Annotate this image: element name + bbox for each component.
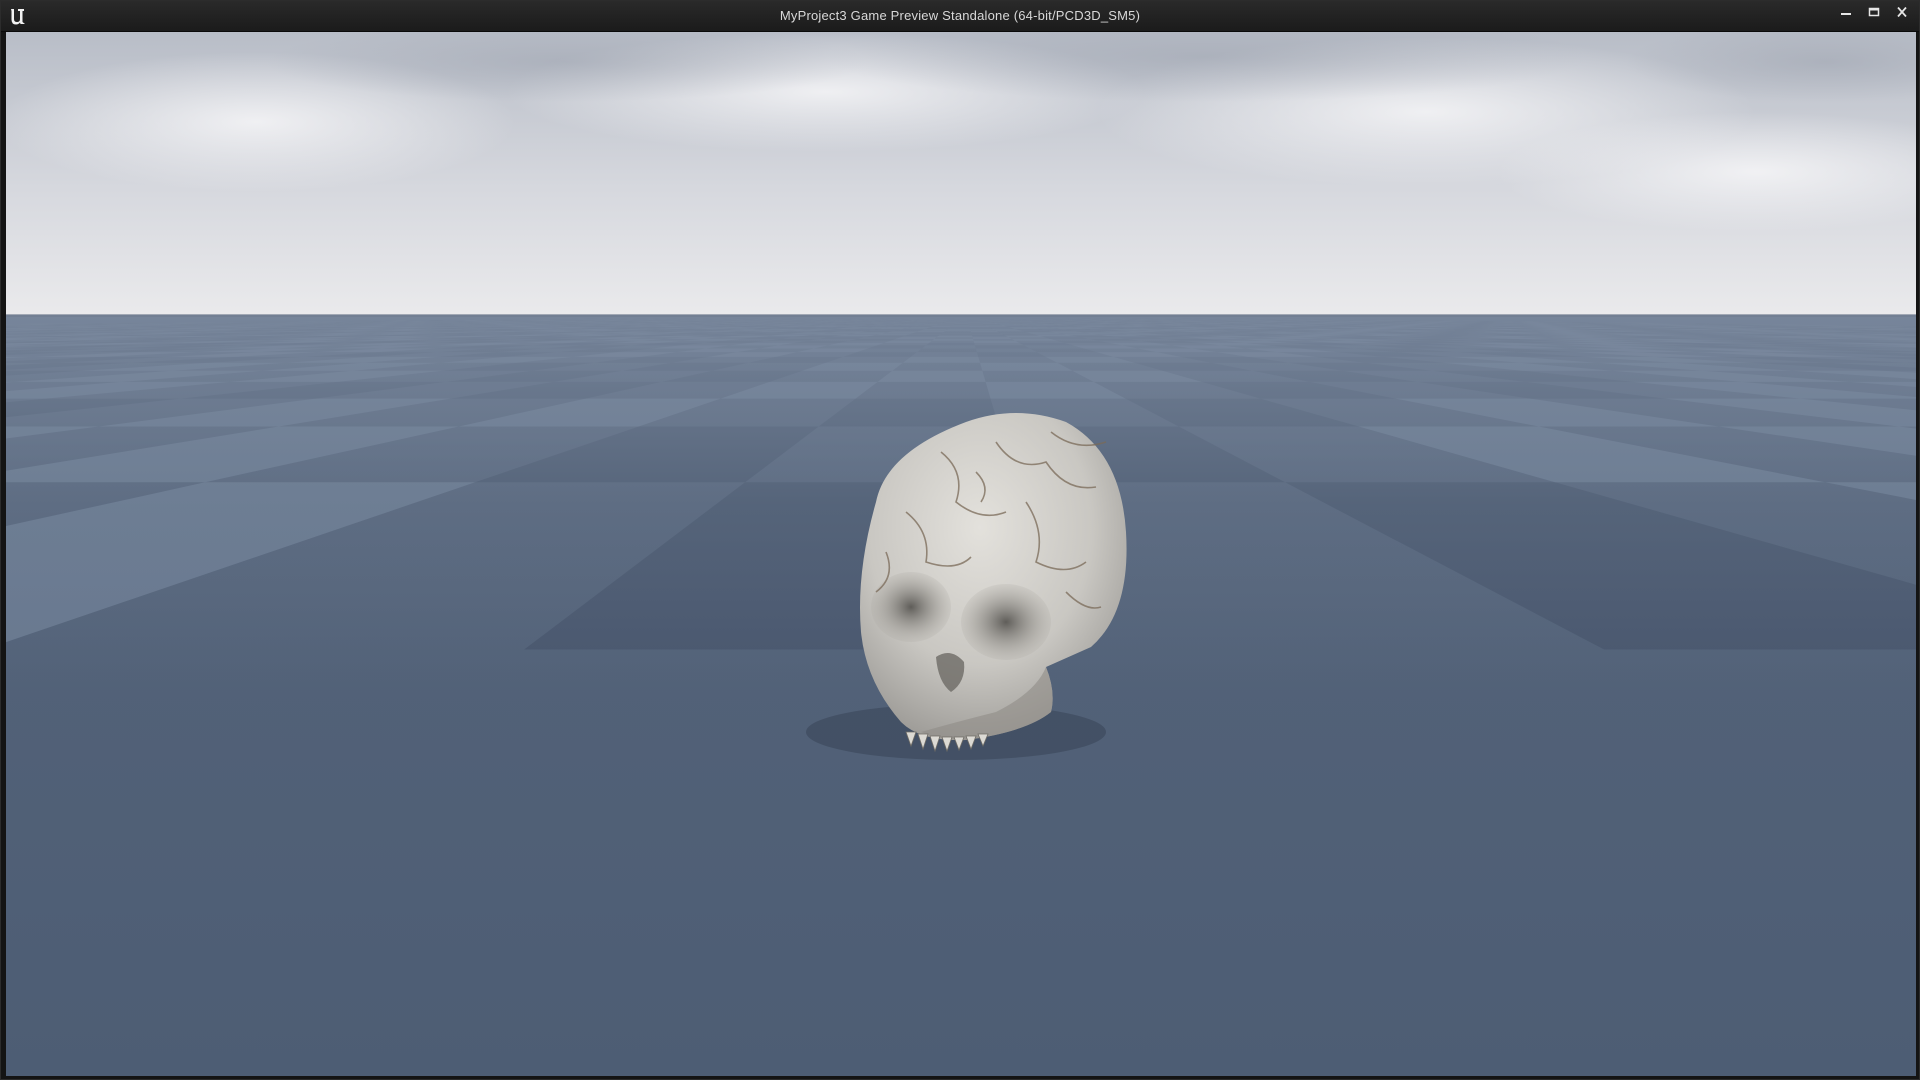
scene-render [6,32,1916,1076]
game-viewport[interactable] [6,32,1916,1076]
window-title: MyProject3 Game Preview Standalone (64-b… [779,8,1141,23]
window-controls [1833,4,1915,20]
close-icon [1897,7,1907,17]
maximize-button[interactable] [1861,4,1887,20]
game-preview-window: MyProject3 Game Preview Standalone (64-b… [0,0,1920,1080]
minimize-button[interactable] [1833,4,1859,20]
title-bar[interactable]: MyProject3 Game Preview Standalone (64-b… [1,1,1919,32]
maximize-icon [1868,7,1880,17]
close-button[interactable] [1889,4,1915,20]
minimize-icon [1841,13,1851,15]
